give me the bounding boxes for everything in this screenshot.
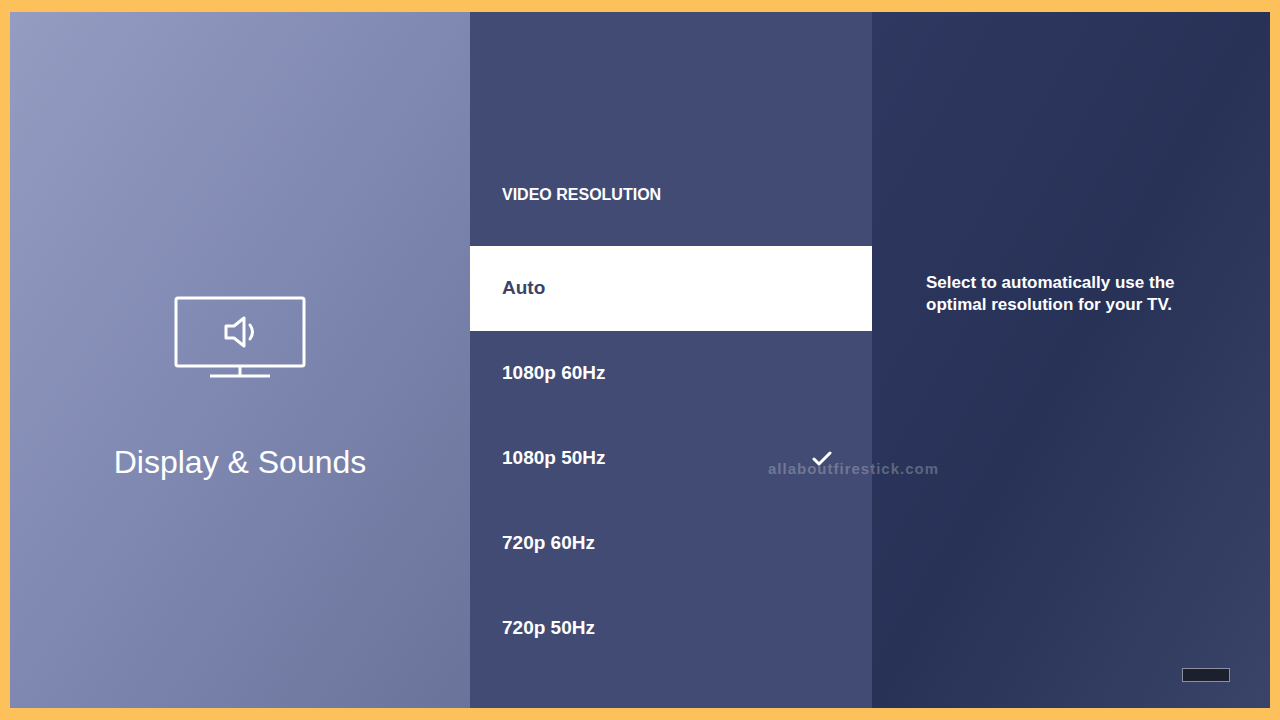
description-panel: Select to automatically use the optimal … bbox=[872, 12, 1270, 708]
resolution-option[interactable]: 720p 60Hz bbox=[470, 501, 872, 586]
tv-speaker-icon bbox=[174, 296, 306, 380]
resolution-option[interactable]: Auto bbox=[470, 246, 872, 331]
sidebar: Display & Sounds bbox=[10, 12, 470, 708]
resolution-option[interactable]: 1080p 50Hz bbox=[470, 416, 872, 501]
tv-screen: Display & SoundsVIDEO RESOLUTIONAuto1080… bbox=[10, 12, 1270, 708]
menu-heading: VIDEO RESOLUTION bbox=[470, 174, 872, 216]
screen-frame: Display & SoundsVIDEO RESOLUTIONAuto1080… bbox=[0, 0, 1280, 720]
sidebar-title: Display & Sounds bbox=[114, 442, 367, 482]
resolution-option[interactable]: 720p 50Hz bbox=[470, 586, 872, 671]
resolution-option[interactable]: 1080p 60Hz bbox=[470, 331, 872, 416]
watermark: allaboutfirestick.com bbox=[768, 458, 939, 481]
option-description: Select to automatically use the optimal … bbox=[926, 272, 1216, 316]
corner-badge bbox=[1182, 668, 1230, 682]
resolution-menu: VIDEO RESOLUTION Auto1080p 60Hz1080p 50Hz… bbox=[470, 12, 872, 708]
